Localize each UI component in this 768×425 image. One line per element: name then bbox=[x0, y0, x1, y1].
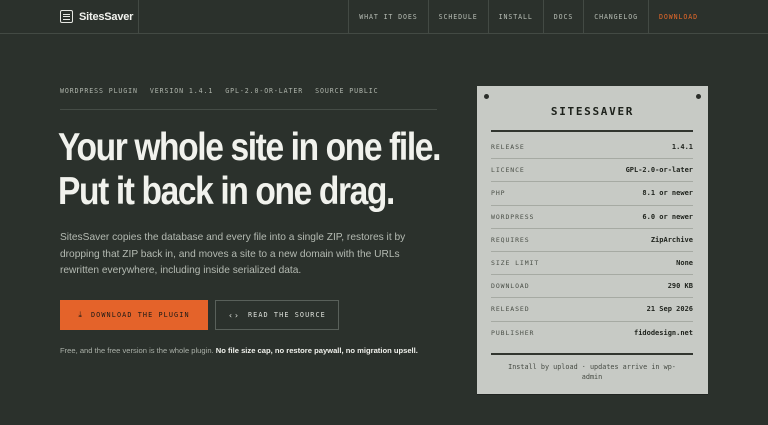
card-title: SITESSAVER bbox=[550, 105, 635, 118]
card-divider-bottom bbox=[491, 353, 693, 355]
pricing-note: Free, and the free version is the whole … bbox=[60, 346, 418, 355]
code-icon: ‹› bbox=[228, 310, 240, 320]
spec-value: None bbox=[676, 259, 693, 268]
spec-label: PUBLISHER bbox=[491, 329, 535, 338]
spec-label: DOWNLOAD bbox=[491, 282, 530, 291]
spec-label: RELEASED bbox=[491, 305, 530, 314]
spec-label: SIZE LIMIT bbox=[491, 259, 540, 268]
meta-item-license: GPL-2.0-OR-LATER bbox=[225, 87, 304, 95]
hero-description: SitesSaver copies the database and every… bbox=[60, 232, 406, 276]
brand-logo[interactable]: SitesSaver bbox=[0, 0, 139, 33]
hero-headline: Your whole site in one file. Put it back… bbox=[58, 126, 441, 214]
spec-row-release: RELEASE 1.4.1 bbox=[491, 136, 693, 160]
spec-label: PHP bbox=[491, 189, 506, 198]
download-plugin-button[interactable]: ⤓ DOWNLOAD THE PLUGIN bbox=[60, 300, 208, 330]
spec-value: GPL-2.0-or-later bbox=[625, 166, 693, 175]
nav-item-docs[interactable]: DOCS bbox=[542, 0, 583, 33]
spec-value: fidodesign.net bbox=[633, 329, 693, 338]
spec-row-wordpress: WORDPRESS 6.0 or newer bbox=[491, 206, 693, 229]
card-divider-top bbox=[491, 130, 693, 132]
spec-value: 6.0 or newer bbox=[642, 212, 693, 221]
pricing-note-bold: No file size cap, no restore paywall, no… bbox=[215, 346, 418, 355]
nav-item-what-it-does[interactable]: WHAT IT DOES bbox=[348, 0, 427, 33]
spec-row-publisher: PUBLISHER fidodesign.net bbox=[491, 322, 693, 345]
main-nav: WHAT IT DOES SCHEDULE INSTALL DOCS CHANG… bbox=[348, 0, 708, 33]
read-source-label: READ THE SOURCE bbox=[247, 311, 326, 319]
spec-row-download: DOWNLOAD 290 KB bbox=[491, 275, 693, 299]
meta-divider bbox=[60, 109, 437, 110]
nav-item-changelog[interactable]: CHANGELOG bbox=[583, 0, 648, 33]
spec-row-licence: LICENCE GPL-2.0-or-later bbox=[491, 159, 693, 183]
download-icon: ⤓ bbox=[78, 310, 83, 319]
spec-label: REQUIRES bbox=[491, 235, 530, 244]
pin-top-right bbox=[696, 94, 701, 99]
spec-list: RELEASE 1.4.1 LICENCE GPL-2.0-or-later P… bbox=[491, 136, 693, 345]
spec-value: ZipArchive bbox=[650, 235, 693, 244]
headline-line-2: Put it back in one drag. bbox=[58, 170, 395, 213]
spec-row-requires: REQUIRES ZipArchive bbox=[491, 229, 693, 252]
nav-item-download[interactable]: DOWNLOAD bbox=[648, 0, 708, 33]
meta-item-source: SOURCE PUBLIC bbox=[315, 87, 379, 95]
spec-row-size-limit: SIZE LIMIT None bbox=[491, 252, 693, 276]
top-bar: SitesSaver WHAT IT DOES SCHEDULE INSTALL… bbox=[0, 0, 768, 34]
card-footer: Install by upload · updates arrive in wp… bbox=[508, 363, 676, 381]
spec-label: LICENCE bbox=[491, 166, 525, 175]
spec-row-php: PHP 8.1 or newer bbox=[491, 182, 693, 206]
spec-value: 21 Sep 2026 bbox=[646, 305, 693, 314]
spec-label: RELEASE bbox=[491, 143, 525, 152]
meta-item-version: VERSION 1.4.1 bbox=[149, 87, 214, 95]
download-plugin-label: DOWNLOAD THE PLUGIN bbox=[90, 311, 190, 319]
headline-line-1: Your whole site in one file. bbox=[58, 126, 441, 169]
pricing-note-plain: Free, and the free version is the whole … bbox=[60, 346, 216, 355]
spec-card: SITESSAVER RELEASE 1.4.1 LICENCE GPL-2.0… bbox=[477, 86, 708, 394]
pin-top-left bbox=[484, 94, 489, 99]
meta-strip: WORDPRESS PLUGIN VERSION 1.4.1 GPL-2.0-O… bbox=[60, 87, 437, 95]
brand-name: SitesSaver bbox=[79, 10, 134, 23]
read-source-button[interactable]: ‹› READ THE SOURCE bbox=[215, 300, 339, 330]
meta-item-type: WORDPRESS PLUGIN bbox=[60, 87, 138, 95]
spec-value: 1.4.1 bbox=[671, 143, 693, 152]
spec-value: 8.1 or newer bbox=[642, 189, 693, 198]
nav-item-schedule[interactable]: SCHEDULE bbox=[427, 0, 488, 33]
spec-value: 290 KB bbox=[667, 282, 693, 291]
menu-icon bbox=[60, 10, 73, 23]
nav-item-install[interactable]: INSTALL bbox=[487, 0, 543, 33]
spec-label: WORDPRESS bbox=[491, 212, 535, 221]
spec-row-released: RELEASED 21 Sep 2026 bbox=[491, 298, 693, 322]
